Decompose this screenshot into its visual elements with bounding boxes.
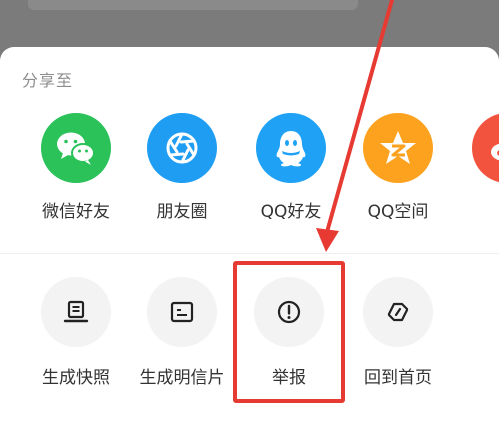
generate-snapshot-label: 生成快照 [42,368,110,388]
share-weibo[interactable]: 微 [452,113,499,222]
weibo-icon [472,113,499,183]
share-qq-zone[interactable]: QQ空间 [343,113,453,222]
share-moments[interactable]: 朋友圈 [127,113,237,222]
home-icon [363,277,433,347]
generate-snapshot-button[interactable]: 生成快照 [21,277,131,388]
generate-postcard-button[interactable]: 生成明信片 [127,277,237,388]
qzone-icon [363,113,433,183]
share-qq-friends-label: QQ好友 [260,202,322,222]
share-wechat-friends[interactable]: 微信好友 [21,113,131,222]
qq-icon [256,113,326,183]
section-divider [0,253,499,254]
actions-row: 生成快照 生成明信片 举报 回到首页 [0,277,499,397]
share-targets-row: 微信好友 朋友圈 QQ好友 QQ空间 [0,113,499,233]
report-label: 举报 [272,368,306,388]
backdrop-content [28,0,358,10]
share-sheet-title: 分享至 [22,71,74,90]
generate-postcard-label: 生成明信片 [139,368,225,388]
share-wechat-friends-label: 微信好友 [42,202,110,222]
share-sheet: 分享至 微信好友 朋友圈 QQ好友 QQ空间 生成快照 生成明信片 举报 回到首… [0,47,499,421]
share-qq-zone-label: QQ空间 [367,202,429,222]
report-icon [254,277,324,347]
share-qq-friends[interactable]: QQ好友 [236,113,346,222]
report-button[interactable]: 举报 [234,277,344,388]
share-moments-label: 朋友圈 [156,202,208,222]
postcard-icon [147,277,217,347]
share-weibo-label: 微 [452,197,499,222]
back-to-home-label: 回到首页 [364,368,432,388]
wechat-icon [41,113,111,183]
back-to-home-button[interactable]: 回到首页 [343,277,453,388]
snapshot-icon [41,277,111,347]
moments-icon [147,113,217,183]
